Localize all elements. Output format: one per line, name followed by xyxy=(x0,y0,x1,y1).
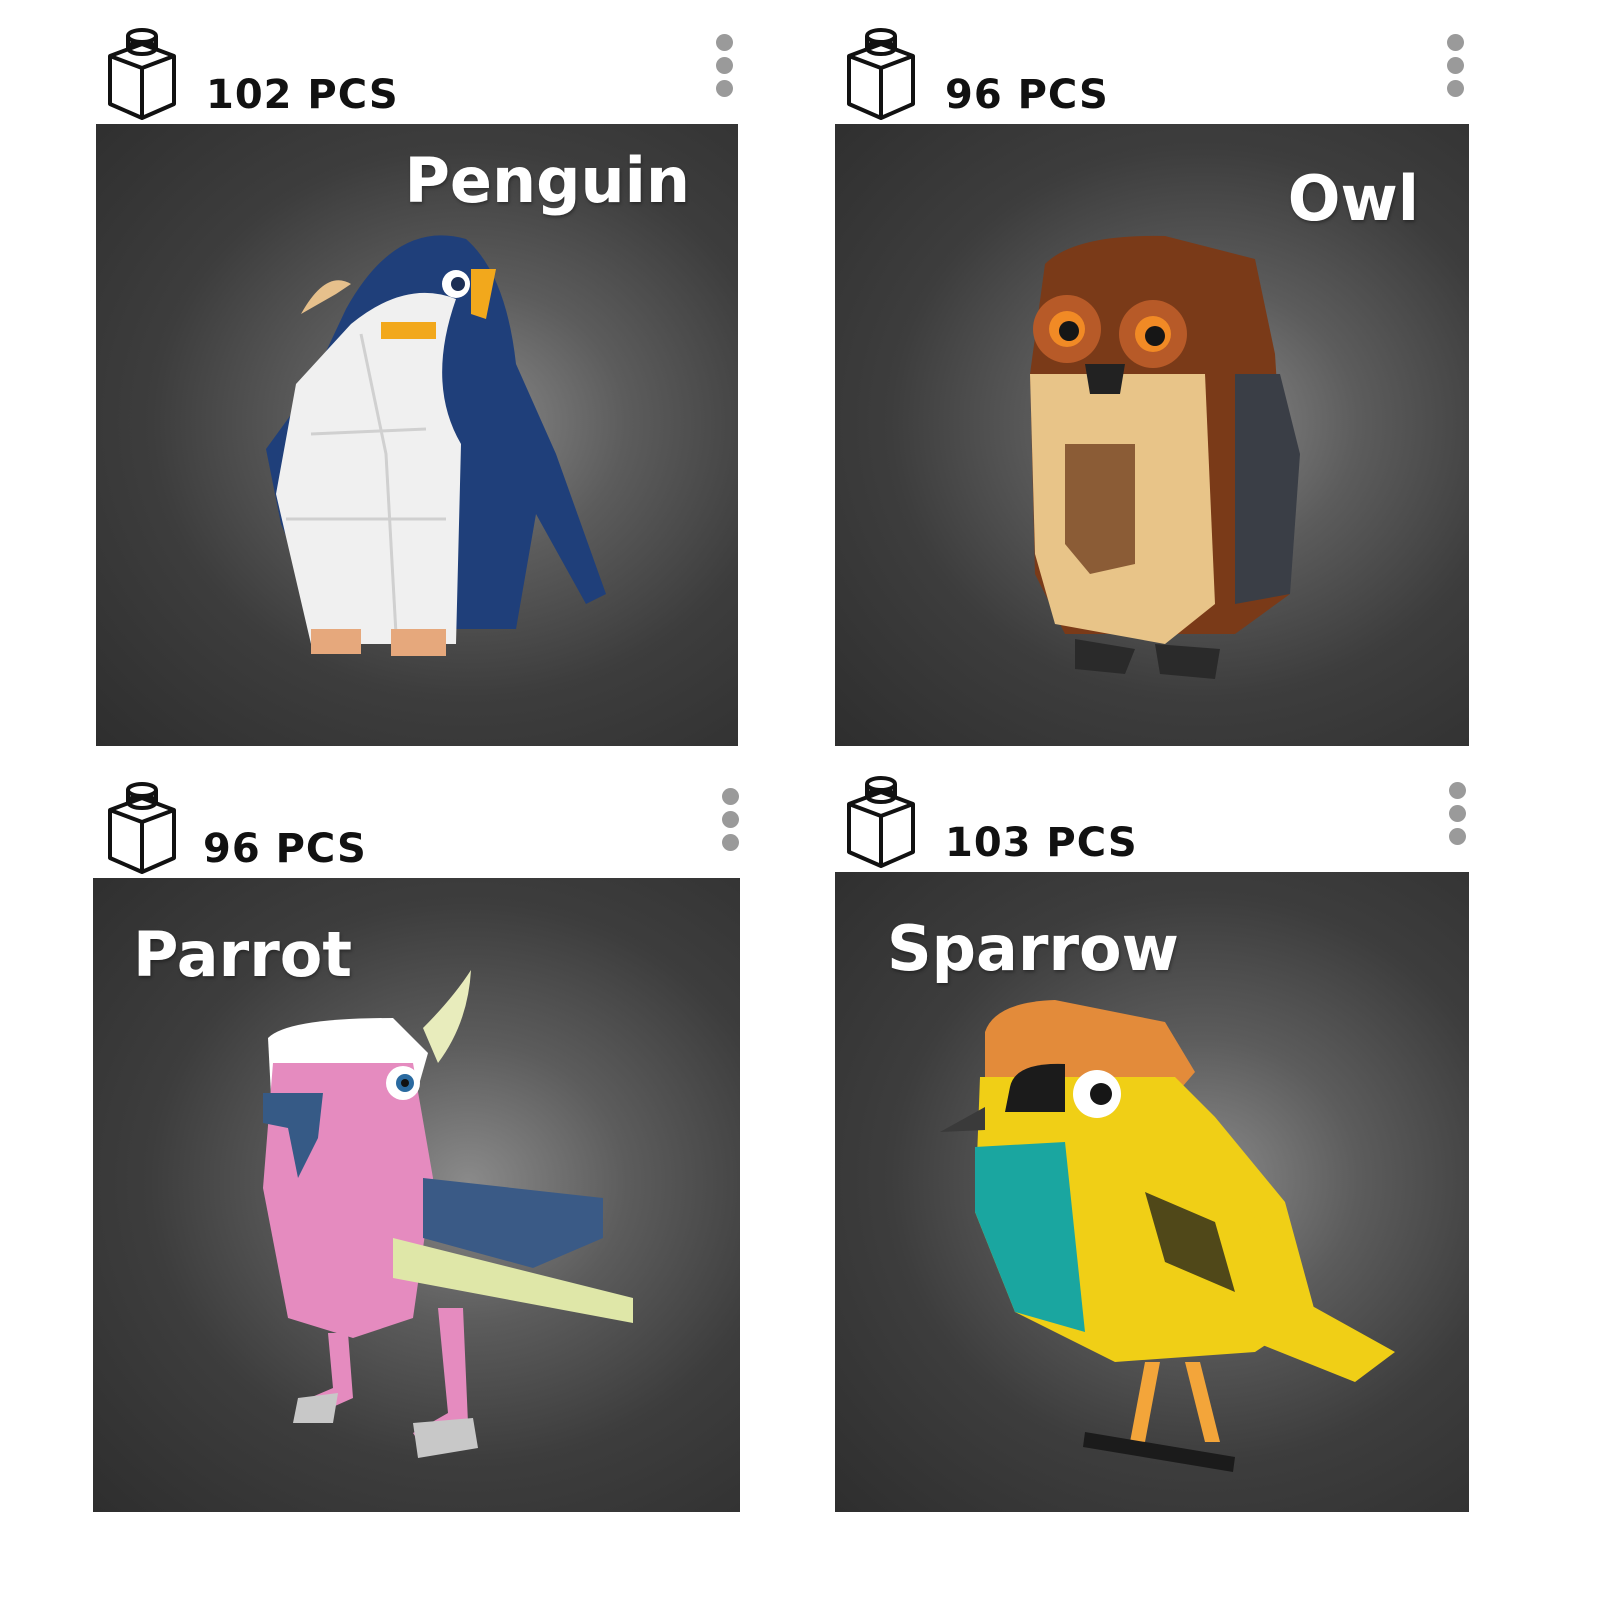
card-header: 102 PCS xyxy=(96,24,738,124)
more-vertical-icon[interactable] xyxy=(720,788,740,852)
brick-icon xyxy=(108,782,176,874)
more-vertical-icon[interactable] xyxy=(714,34,734,98)
piece-count: 102 PCS xyxy=(206,72,399,118)
product-image[interactable]: Owl xyxy=(835,124,1469,746)
card-header: 96 PCS xyxy=(835,24,1469,124)
product-name: Owl xyxy=(1287,162,1419,235)
product-image[interactable]: Parrot xyxy=(93,878,740,1512)
lego-penguin-image xyxy=(266,235,606,656)
product-card-parrot[interactable]: 96 PCS Parrot xyxy=(93,778,740,1512)
more-vertical-icon[interactable] xyxy=(1445,34,1465,98)
product-name: Parrot xyxy=(133,918,352,991)
more-vertical-icon[interactable] xyxy=(1447,782,1467,846)
card-header: 96 PCS xyxy=(93,778,740,878)
brick-icon xyxy=(847,28,915,120)
product-name: Penguin xyxy=(404,144,690,217)
product-card-sparrow[interactable]: 103 PCS Sparrow xyxy=(835,772,1469,1512)
product-image[interactable]: Penguin xyxy=(96,124,738,746)
product-card-penguin[interactable]: 102 PCS Penguin xyxy=(96,24,738,746)
brick-icon xyxy=(847,776,915,868)
brick-icon xyxy=(108,28,176,120)
product-image[interactable]: Sparrow xyxy=(835,872,1469,1512)
card-header: 103 PCS xyxy=(835,772,1469,872)
product-card-owl[interactable]: 96 PCS Owl xyxy=(835,24,1469,746)
piece-count: 103 PCS xyxy=(945,820,1138,866)
product-name: Sparrow xyxy=(887,912,1179,985)
piece-count: 96 PCS xyxy=(203,826,367,872)
piece-count: 96 PCS xyxy=(945,72,1109,118)
